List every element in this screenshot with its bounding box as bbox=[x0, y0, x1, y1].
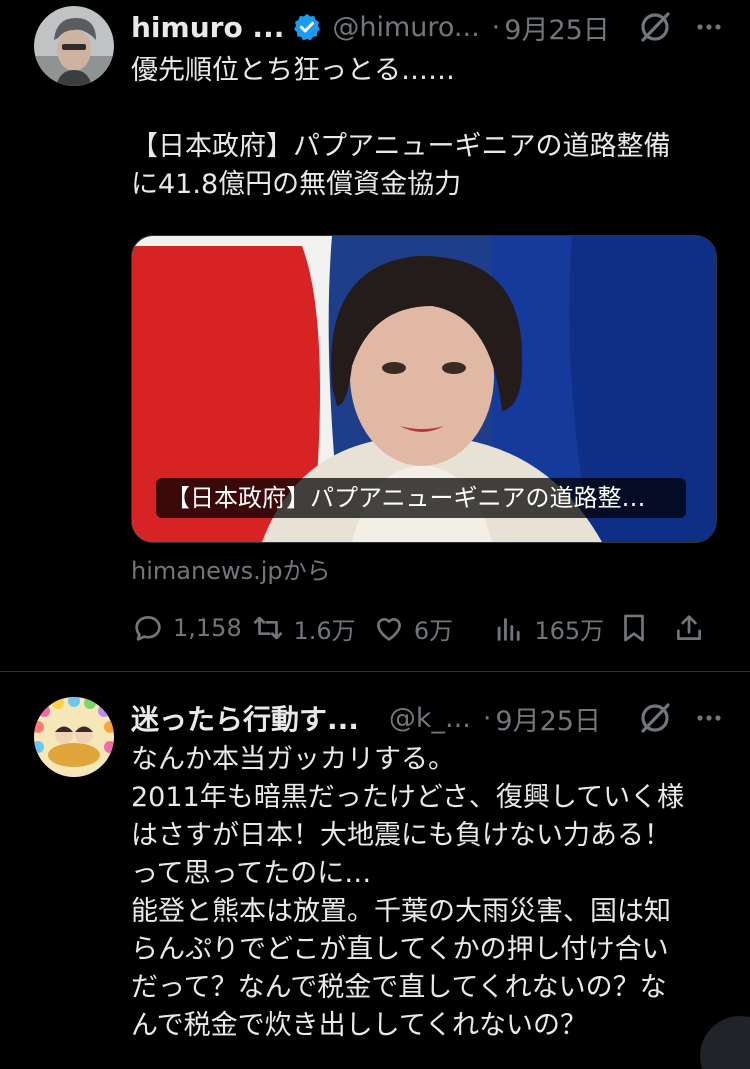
like-button[interactable]: 6万 bbox=[372, 611, 492, 646]
card-source[interactable]: himanews.jpから bbox=[131, 551, 331, 586]
share-button[interactable] bbox=[672, 611, 714, 645]
views-count: 165万 bbox=[534, 616, 605, 645]
display-name[interactable]: himuro ... bbox=[131, 11, 284, 44]
tweet-header: 迷ったら行動す... @k_... · 9月25日 bbox=[131, 698, 724, 738]
timeline: himuro ... @himuro... · 9月25日 優先順位とち狂っとる… bbox=[0, 0, 750, 1069]
timestamp[interactable]: 9月25日 bbox=[495, 699, 601, 738]
link-card[interactable]: 【日本政府】パプアニューギニアの道路整… bbox=[131, 235, 717, 543]
handle[interactable]: @himuro... bbox=[332, 12, 479, 43]
retweet-count: 1.6万 bbox=[293, 616, 356, 645]
avatar[interactable] bbox=[34, 697, 114, 777]
tweet-text: なんか本当ガッカリする。 2011年も暗黒だったけどさ、復興していく様 はさすが… bbox=[131, 744, 685, 1041]
timestamp[interactable]: 9月25日 bbox=[504, 8, 610, 47]
views-button[interactable]: 165万 bbox=[492, 611, 616, 646]
tweet[interactable]: 迷ったら行動す... @k_... · 9月25日 なんか本当ガッカリする。 2… bbox=[0, 672, 750, 1069]
handle[interactable]: @k_... bbox=[389, 703, 471, 734]
display-name[interactable]: 迷ったら行動す... bbox=[131, 698, 359, 738]
views-icon bbox=[497, 618, 520, 641]
reply-button[interactable]: 1,158 bbox=[131, 611, 251, 645]
reply-icon bbox=[135, 616, 161, 641]
verified-badge-icon bbox=[292, 12, 322, 42]
bookmark-button[interactable] bbox=[617, 611, 672, 645]
bookmark-icon bbox=[623, 614, 644, 642]
tweet-text: 優先順位とち狂っとる…… 【日本政府】パプアニューギニアの道路整備 に41.8億… bbox=[131, 55, 671, 200]
like-icon bbox=[376, 618, 401, 641]
more-icon[interactable] bbox=[694, 703, 724, 733]
share-icon bbox=[677, 615, 701, 640]
avatar[interactable] bbox=[34, 6, 114, 86]
like-count: 6万 bbox=[413, 616, 454, 645]
action-bar: 1,158 1.6万 6万 165万 bbox=[131, 606, 714, 650]
more-icon[interactable] bbox=[694, 12, 724, 42]
tweet[interactable]: himuro ... @himuro... · 9月25日 優先順位とち狂っとる… bbox=[0, 0, 750, 671]
card-title: 【日本政府】パプアニューギニアの道路整… bbox=[156, 478, 686, 518]
grok-icon[interactable] bbox=[638, 10, 672, 44]
retweet-icon bbox=[254, 616, 283, 640]
retweet-button[interactable]: 1.6万 bbox=[251, 611, 371, 646]
tweet-header: himuro ... @himuro... · 9月25日 bbox=[131, 7, 724, 47]
separator-dot: · bbox=[482, 702, 492, 734]
separator-dot: · bbox=[491, 11, 501, 43]
grok-icon[interactable] bbox=[638, 701, 672, 735]
reply-count: 1,158 bbox=[173, 614, 242, 642]
